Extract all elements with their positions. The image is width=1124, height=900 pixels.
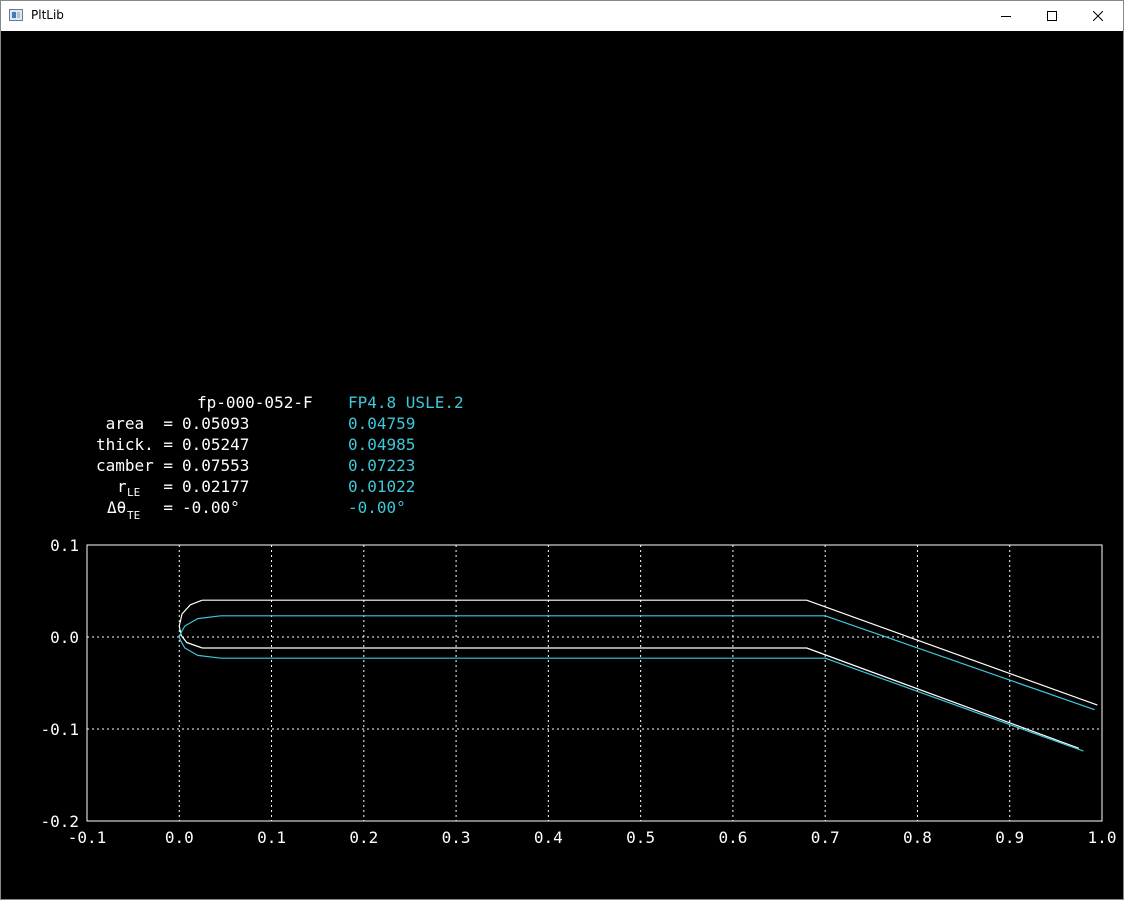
legend-series-b-name: FP4.8 USLE.2: [348, 393, 464, 412]
airfoil-plot: -0.1 0.0 0.1 0.2 0.3 0.4 0.5 0.6 0.7 0.8 0.9 1.0 0.1…: [40, 393, 1117, 847]
legend-value-rle-b: 0.01022: [348, 477, 415, 496]
legend-value-thick-b: 0.04985: [348, 435, 415, 454]
legend-value-area-b: 0.04759: [348, 414, 415, 433]
series-a-lower-curve: [202, 647, 1080, 749]
series-b-nose-curve: [178, 615, 221, 659]
series-b-lower-curve: [220, 657, 1084, 752]
legend-label-camber: camber =: [96, 456, 173, 475]
legend-label-dte-eq: =: [163, 498, 173, 517]
legend-value-dte-b: -0.00°: [348, 498, 406, 517]
x-tick-label: 0.5: [626, 828, 655, 847]
plot-frame: [86, 544, 1103, 822]
x-tick-label: 0.4: [534, 828, 563, 847]
legend-label-rle-eq: =: [163, 477, 173, 496]
legend-value-camber-a: 0.07553: [182, 456, 249, 475]
y-tick-label: 0.0: [50, 628, 79, 647]
y-tick-label: -0.1: [40, 720, 79, 739]
legend-value-dte-a: -0.00°: [182, 498, 240, 517]
app-window: PltLib -0.1 0.0 0.1 0.2 0.3 0.4 0.5 0.6 0.7 0.8 0.…: [0, 0, 1124, 900]
series-a-nose-curve: [178, 599, 203, 649]
legend-label-area: area =: [106, 414, 173, 433]
y-tick-label: -0.2: [40, 812, 79, 831]
legend-label-rle: r: [117, 477, 127, 496]
series-b-upper-curve: [220, 615, 1095, 711]
legend-value-camber-b: 0.07223: [348, 456, 415, 475]
legend-label-dte: Δθ: [107, 498, 126, 517]
x-tick-label: 0.2: [349, 828, 378, 847]
x-tick-label: 1.0: [1088, 828, 1117, 847]
legend-series-a-name: fp-000-052-F: [197, 393, 313, 412]
x-tick-label: 0.3: [442, 828, 471, 847]
plot-canvas: -0.1 0.0 0.1 0.2 0.3 0.4 0.5 0.6 0.7 0.8 0.9 1.0 0.1…: [2, 32, 1120, 896]
x-tick-label: 0.7: [811, 828, 840, 847]
x-tick-label: 0.8: [903, 828, 932, 847]
y-tick-label: 0.1: [50, 536, 79, 555]
legend-label-rle-sub: LE: [127, 486, 140, 499]
x-tick-label: 0.0: [165, 828, 194, 847]
legend-value-thick-a: 0.05247: [182, 435, 249, 454]
legend-label-dte-sub: TE: [127, 509, 140, 522]
legend: fp-000-052-F FP4.8 USLE.2 area = 0.05093…: [96, 393, 464, 522]
x-tick-label: 0.6: [718, 828, 747, 847]
x-tick-label: 0.1: [257, 828, 286, 847]
legend-label-thick: thick. =: [96, 435, 173, 454]
x-tick-label: 0.9: [995, 828, 1024, 847]
legend-value-rle-a: 0.02177: [182, 477, 249, 496]
legend-value-area-a: 0.05093: [182, 414, 249, 433]
